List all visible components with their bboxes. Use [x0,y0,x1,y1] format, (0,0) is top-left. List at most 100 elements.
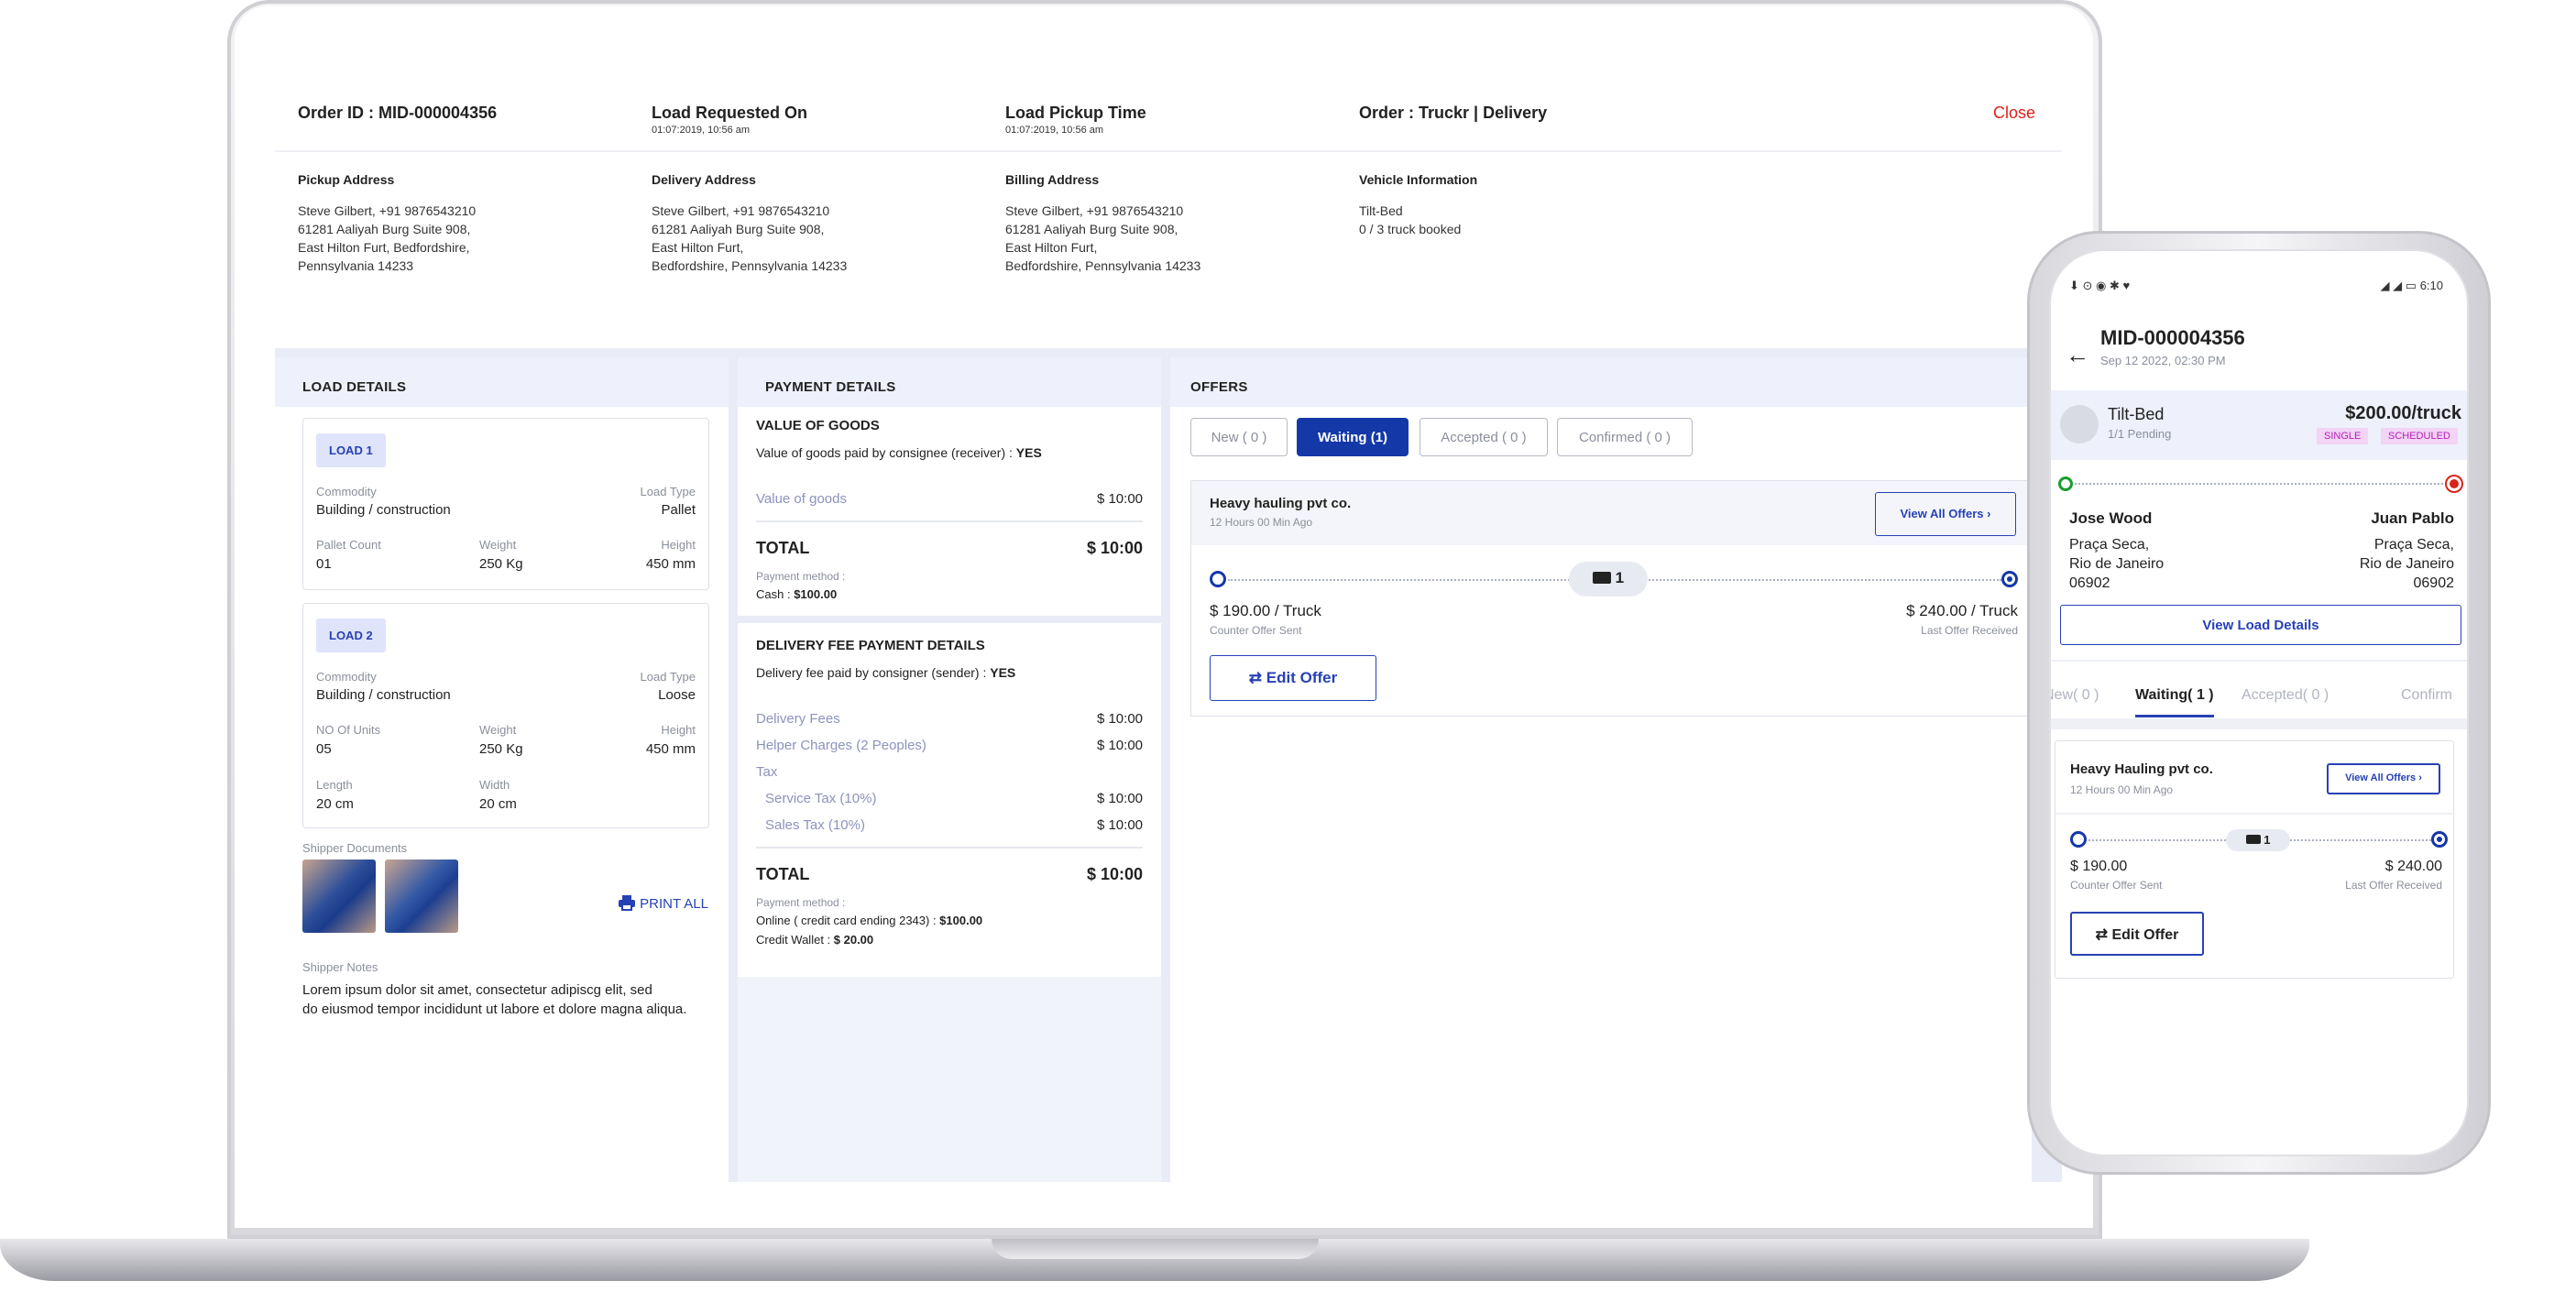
truck-avatar [2060,405,2099,443]
shipper-notes-label: Shipper Notes [302,960,378,974]
service-tax-label: Service Tax (10%) [765,791,877,806]
last-offer-price: $ 240.00 [2384,859,2442,874]
offers-title: OFFERS [1170,357,2032,407]
value-of-goods-yes: YES [1015,445,1042,460]
delivery-line: Steve Gilbert, +91 9876543210 [652,203,830,218]
tab-waiting[interactable]: Waiting( 1 ) [2135,687,2214,717]
delivery-fees-label: Delivery Fees [756,711,840,727]
value-of-goods-desc-text: Value of goods paid by consignee (receiv… [756,445,1016,460]
wallet-amount: $ 20.00 [833,933,874,947]
print-all-button[interactable]: PRINT ALL [618,894,708,912]
counter-offer-label: Counter Offer Sent [2070,879,2163,892]
weight-value: 250 Kg [479,556,523,572]
height-label: Height [661,538,696,552]
weight-value: 250 Kg [479,741,523,757]
tab-new[interactable]: New( 0 ) [2051,687,2099,704]
destination-dot [2001,571,2018,587]
delivery-fee-title: DELIVERY FEE PAYMENT DETAILS [756,638,985,653]
load-pickup-value: 01:07:2019, 10:56 am [1005,125,1104,136]
wallet-payment: Credit Wallet : $ 20.00 [756,933,873,947]
weight-label: Weight [479,538,517,552]
back-arrow-icon[interactable]: ← [2066,341,2089,369]
load-type-value: Pallet [661,502,696,518]
delivery-address: Delivery Address Steve Gilbert, +91 9876… [652,170,847,275]
delivery-line: 61281 Aaliyah Burg Suite 908, [652,222,825,236]
order-id: Order ID : MID-000004356 [298,104,498,122]
offer-card: Heavy Hauling pvt co. 12 Hours 00 Min Ag… [2055,740,2455,979]
delivery-address-title: Delivery Address [652,172,756,187]
origin-dot [2070,831,2087,848]
edit-offer-button[interactable]: ⇄ Edit Offer [2070,912,2204,956]
clock: 6:10 [2419,279,2443,292]
tab-confirmed[interactable]: Confirmed ( 0 ) [1557,418,1693,456]
online-label: Online ( credit card ending 2343) : [756,914,940,927]
laptop-notch [992,1239,1319,1259]
view-all-offers-button[interactable]: View All Offers › [1875,492,2016,536]
counter-offer-label: Counter Offer Sent [1210,624,1302,637]
tax-label: Tax [756,764,778,780]
edit-offer-button[interactable]: ⇄ Edit Offer [1210,655,1376,701]
pickup-address-title: Pickup Address [298,172,395,187]
tab-accepted[interactable]: Accepted ( 0 ) [1420,418,1548,456]
load-type-label: Load Type [640,670,696,684]
total-label: TOTAL [756,865,810,883]
load-type-label: Load Type [640,485,696,498]
tab-new[interactable]: New ( 0 ) [1190,418,1288,456]
offers-panel: OFFERS New ( 0 ) Waiting (1) Accepted ( … [1170,357,2032,1182]
shipper-notes: Lorem ipsum dolor sit amet, consectetur … [302,980,686,1019]
load-requested-value: 01:07:2019, 10:56 am [652,125,751,136]
payment-method-label: Payment method : [756,570,846,583]
counter-offer-price: $ 190.00 [2070,859,2128,874]
address-line: 06902 [2069,575,2110,591]
vehicle-name: Tilt-Bed [2108,405,2165,423]
load-details-panel: LOAD DETAILS LOAD 1 Commodity Building /… [275,357,729,1182]
last-offer-label: Last Offer Received [1921,624,2018,637]
address-line: Rio de Janeiro [2069,556,2165,572]
offer-company: Heavy Hauling pvt co. [2070,761,2213,777]
offer-card: Heavy hauling pvt co. 12 Hours 00 Min Ag… [1190,480,2032,717]
weight-label: Weight [479,723,517,737]
length-label: Length [316,778,353,792]
payment-details-title: PAYMENT DETAILS [738,357,1161,407]
wallet-label: Credit Wallet : [756,933,834,947]
phone-screen: ⬇ ⊙ ◉ ✱ ♥ ◢ ◢ ▭ 6:10 ← MID-000004356 Sep… [2049,249,2469,1156]
pickup-line: East Hilton Furt, Bedfordshire, [298,240,470,255]
tab-confirmed[interactable]: Confirm [2401,687,2452,704]
close-button[interactable]: Close [1993,104,2035,123]
chevron-right-icon: › [1987,507,1991,520]
tab-accepted[interactable]: Accepted( 0 ) [2242,687,2329,704]
truck-count: 1 [2264,833,2271,847]
units-label: NO Of Units [316,723,381,737]
order-type: Order : Truckr | Delivery [1359,104,1548,122]
view-load-details-button[interactable]: View Load Details [2060,605,2461,645]
payment-method-label: Payment method : [756,896,846,909]
billing-line: East Hilton Furt, [1005,240,1098,255]
helper-charges-label: Helper Charges (2 Peoples) [756,738,926,753]
vehicle-type: Tilt-Bed [1359,203,1403,218]
height-value: 450 mm [645,741,696,757]
truck-count: 1 [1615,569,1625,586]
truck-icon [2245,835,2261,844]
value-of-goods-title: VALUE OF GOODS [756,418,880,433]
address-line: Praça Seca, [2373,537,2454,553]
vehicle-booked: 0 / 3 truck booked [1359,222,1462,236]
swap-icon: ⇄ [1248,669,1263,686]
value-of-goods-label: Value of goods [756,491,847,507]
printer-icon [619,895,635,911]
view-all-offers-button[interactable]: View All Offers › [2327,763,2440,794]
payment-divider [738,616,1161,623]
online-payment: Online ( credit card ending 2343) : $100… [756,914,982,927]
billing-address-title: Billing Address [1005,172,1100,187]
load-1-card: LOAD 1 Commodity Building / construction… [302,418,709,590]
length-value: 20 cm [316,796,354,812]
load-requested: Load Requested On 01:07:2019, 10:56 am [652,104,807,136]
last-offer-label: Last Offer Received [2345,879,2442,892]
tab-waiting[interactable]: Waiting (1) [1297,418,1409,456]
commodity-label: Commodity [316,670,377,684]
document-thumbnail[interactable] [385,860,458,933]
address-line: Praça Seca, [2069,537,2150,553]
document-thumbnail[interactable] [302,860,376,933]
origin-dot [1210,571,1226,587]
divider [756,847,1143,849]
load-2-card: LOAD 2 Commodity Building / construction… [302,603,709,828]
